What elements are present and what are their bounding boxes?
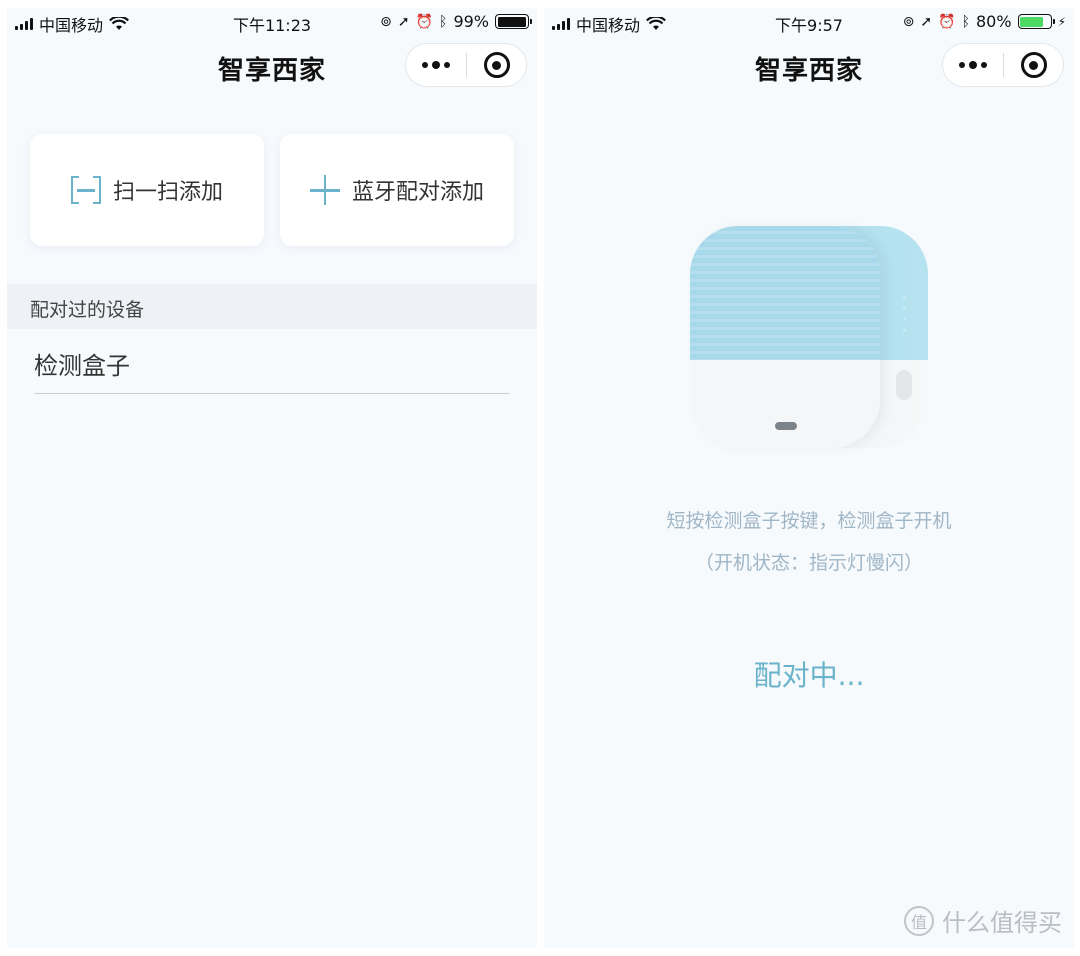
pairing-instruction-note: （开机状态：指示灯慢闪） [694,552,923,574]
location-icon: ➚ [920,13,933,30]
watermark-text: 什么值得买 [942,909,1062,937]
target-icon [483,52,510,78]
alarm-icon: ⏰ [415,13,434,30]
bluetooth-icon: ᛒ [961,13,970,30]
status-bar: 中国移动 下午9:57 ⊚ ➚ ⏰ ᛒ 80% ⚡ [544,8,1074,36]
watermark: 值 什么值得买 [904,903,1062,938]
close-miniprogram-button[interactable] [467,44,526,86]
target-icon [1020,52,1047,78]
box-button [775,422,797,430]
watermark-logo-icon: 值 [904,905,934,936]
bluetooth-pair-label: 蓝牙配对添加 [351,180,484,205]
pairing-instruction: 短按检测盒子按键，检测盒子开机 [666,510,952,532]
close-miniprogram-button[interactable] [1004,44,1063,86]
scan-icon [70,176,101,204]
miniprogram-capsule [405,43,527,87]
battery-icon [1017,14,1055,29]
battery-percent: 99% [453,12,489,31]
detection-box-illustration [690,226,928,448]
pairing-status: 配对中... [753,659,865,692]
device-item[interactable]: 检测盒子 [34,330,510,394]
more-button[interactable] [943,44,1003,86]
more-button[interactable] [406,44,466,86]
box-front [690,226,880,448]
alarm-icon: ⏰ [938,13,956,30]
battery-percent: 80% [976,12,1012,31]
paired-devices-header: 配对过的设备 [7,284,537,329]
status-bar: 中国移动 下午11:23 ⊚ ➚ ⏰ ᛒ 99% [7,8,537,36]
screen-pairing: 中国移动 下午9:57 ⊚ ➚ ⏰ ᛒ 80% ⚡ 智享西家 短按检测盒子按键，… [544,8,1074,948]
plus-icon [309,175,340,205]
charging-icon: ⚡ [1057,14,1066,29]
miniprogram-capsule [942,43,1064,87]
scan-add-label: 扫一扫添加 [112,180,223,205]
screen-device-list: 中国移动 下午11:23 ⊚ ➚ ⏰ ᛒ 99% 智享西家 扫一扫添加 蓝牙配对… [7,8,537,948]
battery-icon [495,14,532,29]
title-bar: 智享西家 [7,40,537,90]
bluetooth-icon: ᛒ [439,13,448,30]
rotation-lock-icon: ⊚ [380,13,392,30]
location-icon: ➚ [397,13,410,30]
bluetooth-pair-button[interactable]: 蓝牙配对添加 [280,134,514,246]
rotation-lock-icon: ⊚ [902,13,915,30]
title-bar: 智享西家 [544,40,1074,90]
scan-add-button[interactable]: 扫一扫添加 [30,134,264,246]
